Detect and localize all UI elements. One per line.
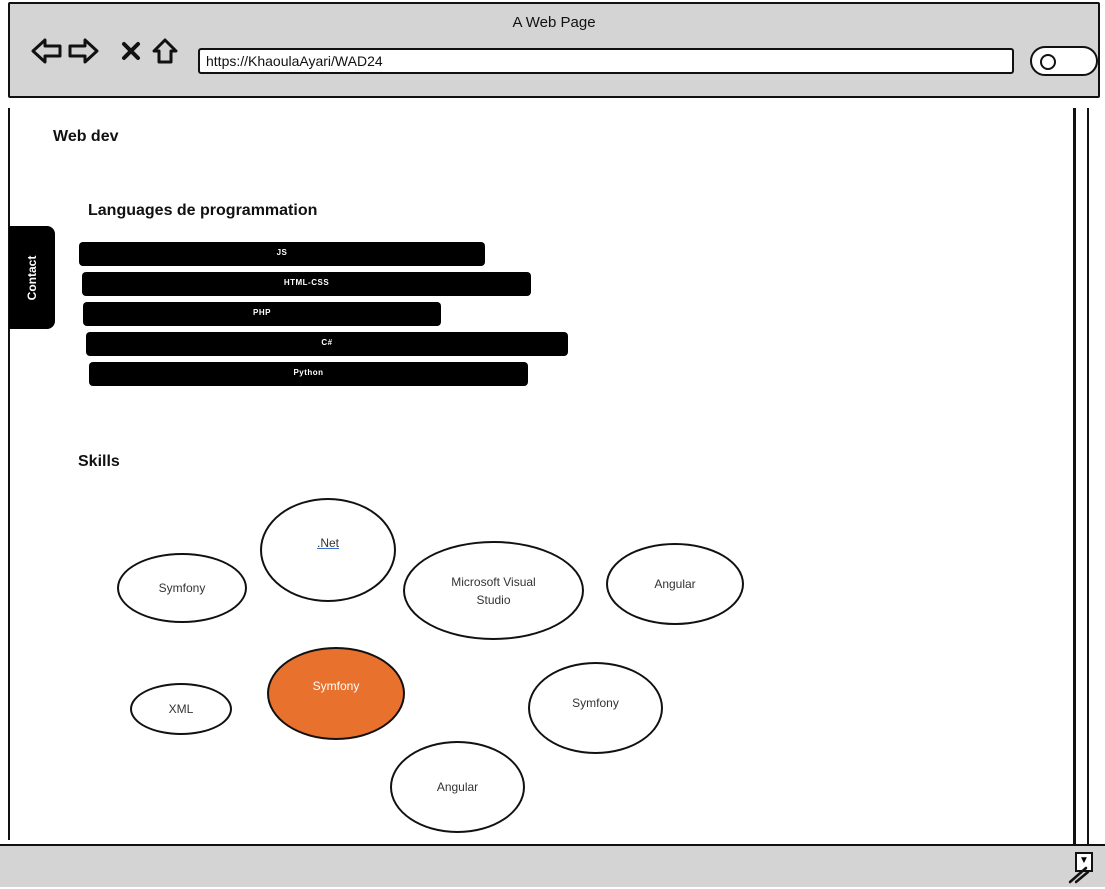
browser-chrome: A Web Page https://KhaoulaAyari/WAD24 xyxy=(8,2,1100,98)
language-bar-js: JS xyxy=(79,242,485,266)
skill-label-angular-1: Angular xyxy=(654,577,696,591)
home-icon[interactable] xyxy=(148,34,182,68)
scrollbar-edge xyxy=(1087,108,1089,844)
skills-heading: Skills xyxy=(78,453,120,470)
skill-bubble-symfony-2: Symfony xyxy=(528,662,663,754)
skill-label-symfony-highlight: Symfony xyxy=(312,679,360,693)
vertical-scrollbar[interactable] xyxy=(1073,108,1076,844)
skill-bubble-dotnet: .Net xyxy=(260,498,396,602)
back-arrow-icon[interactable] xyxy=(30,34,64,68)
skill-bubble-symfony-1: Symfony xyxy=(117,553,247,623)
language-bar-python: Python xyxy=(89,362,528,386)
skill-label-dotnet: .Net xyxy=(316,536,339,550)
window-title: A Web Page xyxy=(512,14,596,31)
skill-label-symfony-2: Symfony xyxy=(572,696,619,710)
resize-grip-icon[interactable] xyxy=(1068,866,1090,884)
languages-heading: Languages de programmation xyxy=(88,202,318,219)
skill-bubble-angular-2: Angular xyxy=(390,741,525,833)
skill-bubble-symfony-highlight: Symfony xyxy=(267,647,405,740)
contact-tab-label: Contact xyxy=(25,255,39,300)
skill-label-visual-studio: Microsoft Visual Studio xyxy=(451,574,536,607)
close-icon[interactable] xyxy=(114,34,148,68)
skill-bubble-xml: XML xyxy=(130,683,232,735)
skill-bubble-angular-1: Angular xyxy=(606,543,744,625)
language-bar-csharp: C# xyxy=(86,332,568,356)
site-title: Web dev xyxy=(53,128,119,145)
search-icon xyxy=(1040,54,1056,70)
contact-tab[interactable]: Contact xyxy=(9,226,55,329)
forward-arrow-icon[interactable] xyxy=(66,34,100,68)
language-bar-php: PHP xyxy=(83,302,441,326)
language-bar-html-css: HTML-CSS xyxy=(82,272,531,296)
skill-label-xml: XML xyxy=(168,702,194,716)
skill-bubble-visual-studio: Microsoft Visual Studio xyxy=(403,541,584,640)
status-bar xyxy=(0,844,1105,887)
search-button[interactable] xyxy=(1030,46,1098,76)
skill-label-symfony-1: Symfony xyxy=(158,581,206,595)
skill-label-angular-2: Angular xyxy=(436,780,479,794)
url-input[interactable]: https://KhaoulaAyari/WAD24 xyxy=(198,48,1014,74)
page-left-border xyxy=(8,108,10,840)
